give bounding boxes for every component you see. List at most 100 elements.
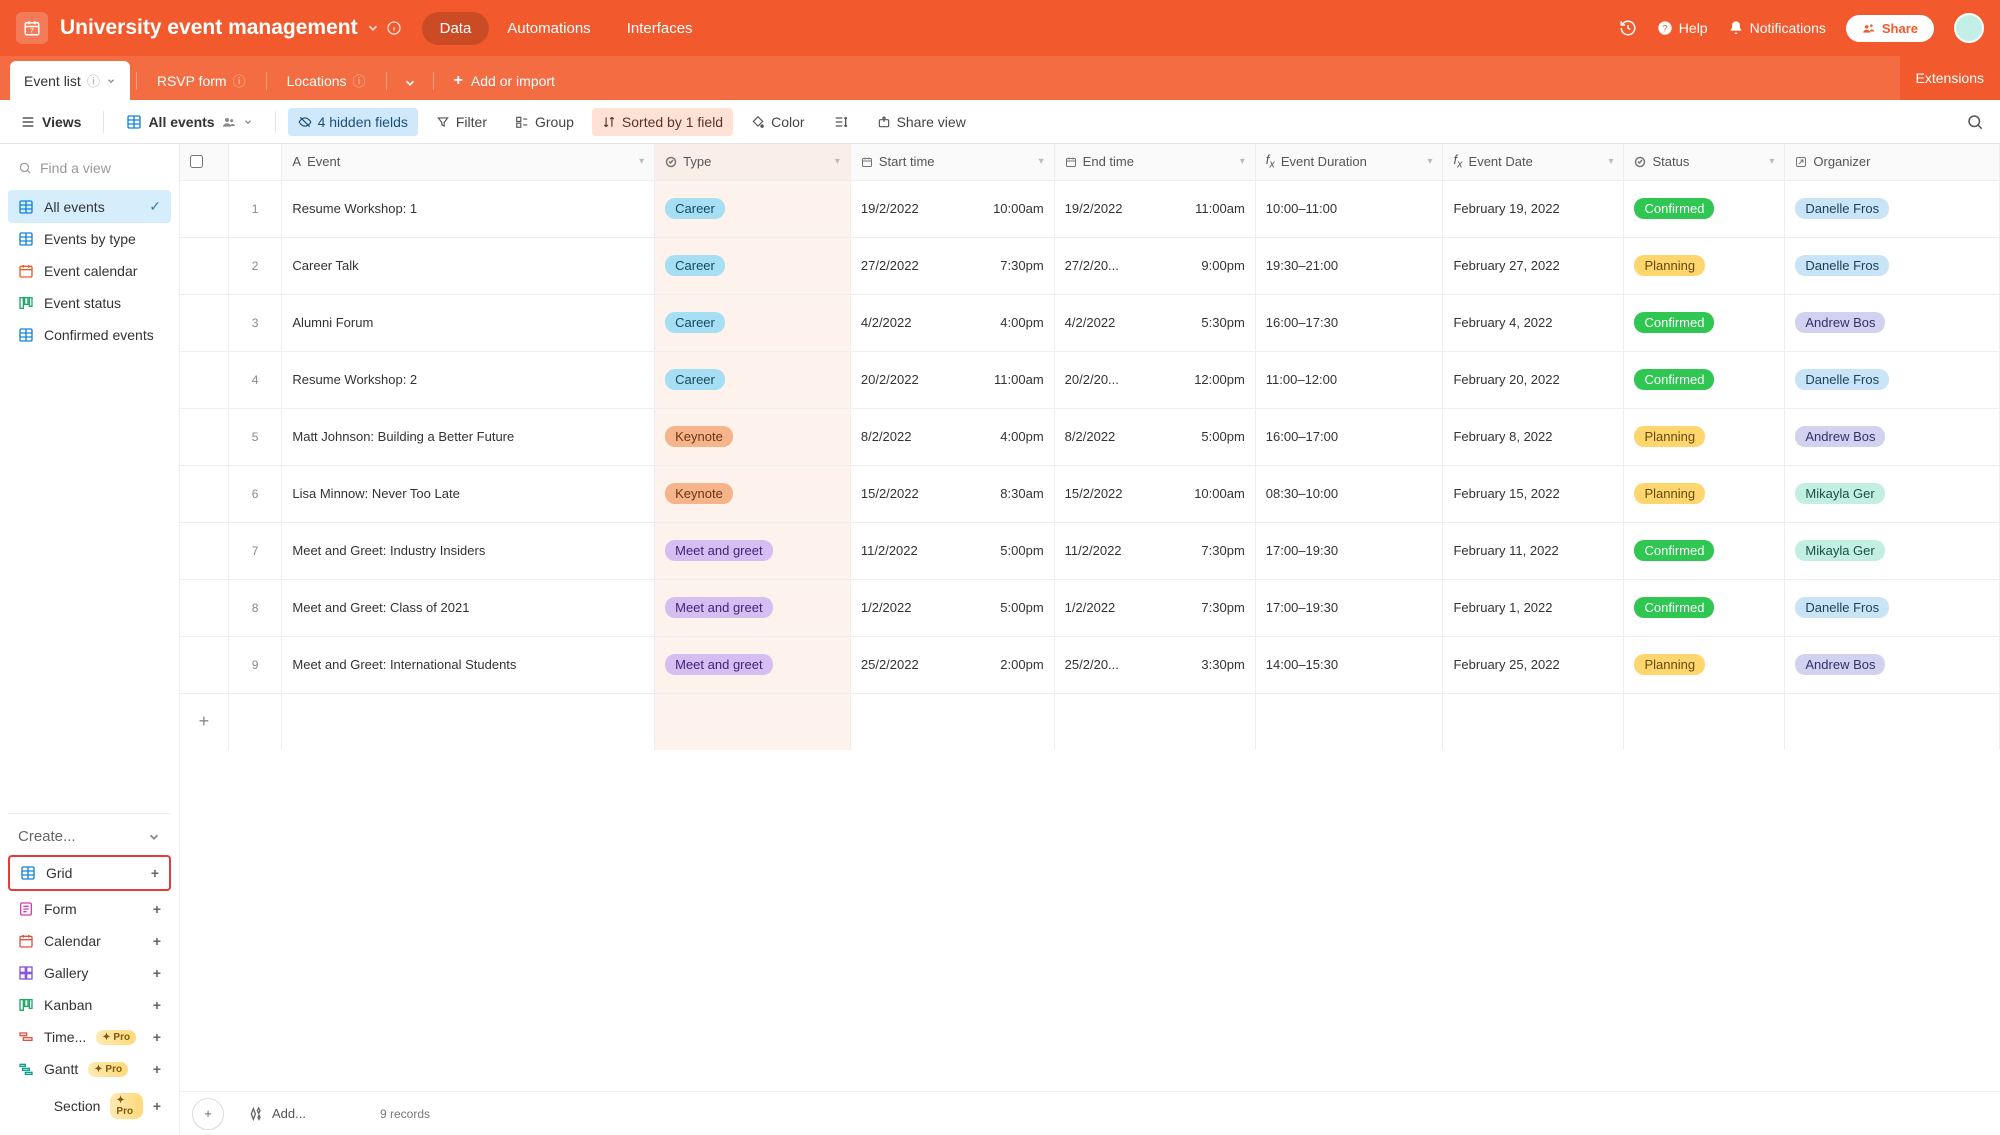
cell-type[interactable]: Career: [655, 237, 851, 294]
cell-event-date[interactable]: February 11, 2022: [1443, 522, 1624, 579]
add-row[interactable]: +: [180, 693, 2000, 750]
table-row[interactable]: 3 Alumni Forum Career 4/2/20224:00pm 4/2…: [180, 294, 2000, 351]
row-checkbox[interactable]: [180, 522, 228, 579]
cell-event[interactable]: Resume Workshop: 1: [282, 180, 655, 237]
cell-status[interactable]: Confirmed: [1624, 294, 1785, 351]
add-record-button[interactable]: +: [192, 1098, 224, 1130]
cell-start-time[interactable]: 25/2/20222:00pm: [850, 636, 1054, 693]
cell-event-date[interactable]: February 8, 2022: [1443, 408, 1624, 465]
tables-dropdown-icon[interactable]: [393, 76, 427, 100]
cell-event-date[interactable]: February 25, 2022: [1443, 636, 1624, 693]
table-row[interactable]: 9 Meet and Greet: International Students…: [180, 636, 2000, 693]
cell-event-date[interactable]: February 15, 2022: [1443, 465, 1624, 522]
sidebar-view-event-calendar[interactable]: Event calendar: [8, 255, 171, 287]
create-view-section[interactable]: Section✦ Pro+: [8, 1085, 171, 1127]
table-tab-locations[interactable]: Locations ⓘ: [273, 61, 380, 100]
chevron-down-icon[interactable]: [366, 21, 380, 35]
cell-status[interactable]: Confirmed: [1624, 351, 1785, 408]
create-view-grid[interactable]: Grid+: [8, 855, 171, 891]
cell-duration[interactable]: 17:00–19:30: [1255, 522, 1443, 579]
cell-end-time[interactable]: 20/2/20...12:00pm: [1054, 351, 1255, 408]
table-row[interactable]: 1 Resume Workshop: 1 Career 19/2/202210:…: [180, 180, 2000, 237]
cell-end-time[interactable]: 25/2/20...3:30pm: [1054, 636, 1255, 693]
cell-status[interactable]: Confirmed: [1624, 579, 1785, 636]
cell-duration[interactable]: 11:00–12:00: [1255, 351, 1443, 408]
base-title[interactable]: University event management: [60, 16, 358, 40]
cell-organizer[interactable]: Mikayla Ger: [1785, 522, 2000, 579]
cell-status[interactable]: Confirmed: [1624, 522, 1785, 579]
column-header-event[interactable]: AEvent▾: [282, 144, 655, 180]
cell-end-time[interactable]: 19/2/202211:00am: [1054, 180, 1255, 237]
sidebar-view-event-status[interactable]: Event status: [8, 287, 171, 319]
plus-icon[interactable]: +: [151, 865, 159, 881]
create-view-kanban[interactable]: Kanban+: [8, 989, 171, 1021]
cell-type[interactable]: Career: [655, 294, 851, 351]
extensions-button[interactable]: Extensions: [1900, 56, 2000, 100]
cell-type[interactable]: Career: [655, 351, 851, 408]
cell-status[interactable]: Confirmed: [1624, 180, 1785, 237]
cell-end-time[interactable]: 15/2/202210:00am: [1054, 465, 1255, 522]
cell-end-time[interactable]: 4/2/20225:30pm: [1054, 294, 1255, 351]
plus-icon[interactable]: +: [153, 1098, 161, 1114]
history-icon[interactable]: [1619, 19, 1637, 37]
row-checkbox[interactable]: [180, 408, 228, 465]
cell-type[interactable]: Keynote: [655, 408, 851, 465]
table-tab-event-list[interactable]: Event list ⓘ: [10, 61, 130, 100]
views-button[interactable]: Views: [10, 108, 91, 136]
row-checkbox[interactable]: [180, 237, 228, 294]
cell-type[interactable]: Career: [655, 180, 851, 237]
plus-icon[interactable]: +: [153, 1061, 161, 1077]
cell-event-date[interactable]: February 1, 2022: [1443, 579, 1624, 636]
table-tab-rsvp-form[interactable]: RSVP form ⓘ: [143, 61, 260, 100]
cell-event-date[interactable]: February 4, 2022: [1443, 294, 1624, 351]
cell-event-date[interactable]: February 19, 2022: [1443, 180, 1624, 237]
share-view-button[interactable]: Share view: [867, 108, 976, 136]
row-checkbox[interactable]: [180, 351, 228, 408]
cell-start-time[interactable]: 4/2/20224:00pm: [850, 294, 1054, 351]
cell-duration[interactable]: 19:30–21:00: [1255, 237, 1443, 294]
plus-icon[interactable]: +: [153, 933, 161, 949]
cell-start-time[interactable]: 1/2/20225:00pm: [850, 579, 1054, 636]
row-checkbox[interactable]: [180, 579, 228, 636]
cell-event-date[interactable]: February 20, 2022: [1443, 351, 1624, 408]
cell-start-time[interactable]: 20/2/202211:00am: [850, 351, 1054, 408]
sidebar-view-confirmed-events[interactable]: Confirmed events: [8, 319, 171, 351]
table-row[interactable]: 7 Meet and Greet: Industry Insiders Meet…: [180, 522, 2000, 579]
column-header-duration[interactable]: fxEvent Duration▾: [1255, 144, 1443, 180]
cell-end-time[interactable]: 27/2/20...9:00pm: [1054, 237, 1255, 294]
row-checkbox[interactable]: [180, 180, 228, 237]
current-view-selector[interactable]: All events: [116, 108, 262, 136]
cell-end-time[interactable]: 1/2/20227:30pm: [1054, 579, 1255, 636]
cell-type[interactable]: Meet and greet: [655, 636, 851, 693]
cell-event[interactable]: Lisa Minnow: Never Too Late: [282, 465, 655, 522]
group-button[interactable]: Group: [505, 108, 584, 136]
cell-organizer[interactable]: Mikayla Ger: [1785, 465, 2000, 522]
plus-icon[interactable]: +: [153, 997, 161, 1013]
plus-icon[interactable]: +: [153, 901, 161, 917]
table-row[interactable]: 4 Resume Workshop: 2 Career 20/2/202211:…: [180, 351, 2000, 408]
sort-button[interactable]: Sorted by 1 field: [592, 108, 733, 136]
cell-organizer[interactable]: Danelle Fros: [1785, 579, 2000, 636]
create-view-time-[interactable]: Time...✦ Pro+: [8, 1021, 171, 1053]
sidebar-view-all-events[interactable]: All events✓: [8, 190, 171, 223]
column-header-start[interactable]: Start time▾: [850, 144, 1054, 180]
cell-event[interactable]: Resume Workshop: 2: [282, 351, 655, 408]
table-row[interactable]: 6 Lisa Minnow: Never Too Late Keynote 15…: [180, 465, 2000, 522]
cell-status[interactable]: Planning: [1624, 636, 1785, 693]
cell-type[interactable]: Meet and greet: [655, 579, 851, 636]
cell-start-time[interactable]: 8/2/20224:00pm: [850, 408, 1054, 465]
cell-duration[interactable]: 14:00–15:30: [1255, 636, 1443, 693]
cell-event[interactable]: Meet and Greet: Class of 2021: [282, 579, 655, 636]
cell-type[interactable]: Keynote: [655, 465, 851, 522]
cell-start-time[interactable]: 15/2/20228:30am: [850, 465, 1054, 522]
cell-event[interactable]: Meet and Greet: International Students: [282, 636, 655, 693]
cell-organizer[interactable]: Danelle Fros: [1785, 180, 2000, 237]
tab-automations[interactable]: Automations: [489, 12, 608, 45]
row-height-button[interactable]: [823, 108, 859, 136]
create-view-gantt[interactable]: Gantt✦ Pro+: [8, 1053, 171, 1085]
cell-organizer[interactable]: Andrew Bos: [1785, 408, 2000, 465]
cell-end-time[interactable]: 11/2/20227:30pm: [1054, 522, 1255, 579]
plus-icon[interactable]: +: [153, 965, 161, 981]
table-row[interactable]: 8 Meet and Greet: Class of 2021 Meet and…: [180, 579, 2000, 636]
cell-duration[interactable]: 10:00–11:00: [1255, 180, 1443, 237]
